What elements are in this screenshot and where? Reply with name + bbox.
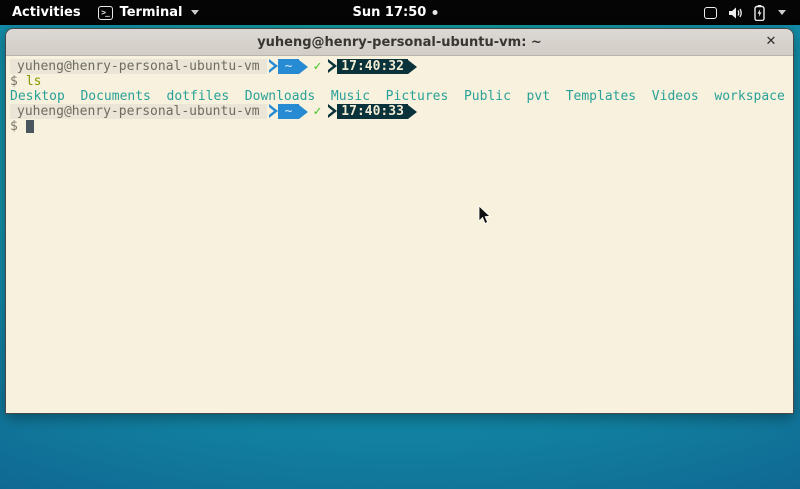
prompt-user-host: yuheng@henry-personal-ubuntu-vm (10, 59, 267, 74)
command-line: $ ls (10, 74, 789, 89)
powerline-arrow-icon (408, 60, 417, 74)
input-line[interactable]: $ (10, 119, 789, 134)
powerline-arrow-icon (299, 60, 308, 74)
battery-charging-icon (754, 5, 765, 21)
activities-button[interactable]: Activities (12, 5, 81, 20)
chevron-down-icon (778, 10, 786, 15)
status-check-icon: ✓ (313, 104, 321, 119)
command-text: ls (26, 74, 42, 89)
mouse-pointer-icon (478, 206, 492, 226)
powerline-arrow-icon (408, 105, 417, 119)
clock-label: Sun 17:50 (353, 5, 427, 20)
system-status-area[interactable] (704, 0, 786, 25)
clock-button[interactable]: Sun 17:50 (353, 0, 438, 25)
prompt-line-2: yuheng@henry-personal-ubuntu-vm ~ ✓ 17:4… (10, 104, 789, 119)
close-button[interactable]: ✕ (762, 33, 780, 51)
powerline-arrow-icon (328, 104, 337, 119)
powerline-arrow-icon (328, 59, 337, 74)
prompt-user-host: yuheng@henry-personal-ubuntu-vm (10, 104, 267, 119)
prompt-symbol: $ (10, 74, 18, 89)
status-check-icon: ✓ (313, 59, 321, 74)
prompt-time: 17:40:33 (337, 104, 408, 119)
notification-dot-icon (432, 10, 437, 15)
app-menu-terminal[interactable]: >_ Terminal (98, 5, 200, 20)
app-menu-label: Terminal (120, 5, 183, 20)
powerline-arrow-icon (299, 105, 308, 119)
terminal-window: yuheng@henry-personal-ubuntu-vm: ~ ✕ yuh… (5, 28, 794, 414)
prompt-cwd: ~ (278, 59, 300, 74)
terminal-icon: >_ (98, 6, 113, 20)
display-icon (704, 7, 717, 19)
prompt-line-1: yuheng@henry-personal-ubuntu-vm ~ ✓ 17:4… (10, 59, 789, 74)
prompt-cwd: ~ (278, 104, 300, 119)
top-bar: Activities >_ Terminal Sun 17:50 (0, 0, 800, 25)
powerline-arrow-icon (269, 104, 278, 119)
chevron-down-icon (191, 10, 199, 15)
prompt-symbol: $ (10, 119, 18, 134)
terminal-content[interactable]: yuheng@henry-personal-ubuntu-vm ~ ✓ 17:4… (6, 56, 793, 413)
volume-icon (728, 6, 743, 20)
window-title: yuheng@henry-personal-ubuntu-vm: ~ (257, 35, 542, 50)
directory-list: Desktop Documents dotfiles Downloads Mus… (10, 89, 785, 104)
powerline-arrow-icon (269, 59, 278, 74)
terminal-cursor (26, 120, 34, 133)
window-titlebar[interactable]: yuheng@henry-personal-ubuntu-vm: ~ ✕ (6, 29, 793, 56)
desktop: Activities >_ Terminal Sun 17:50 (0, 0, 800, 489)
ls-output-line: Desktop Documents dotfiles Downloads Mus… (10, 89, 789, 104)
prompt-time: 17:40:32 (337, 59, 408, 74)
